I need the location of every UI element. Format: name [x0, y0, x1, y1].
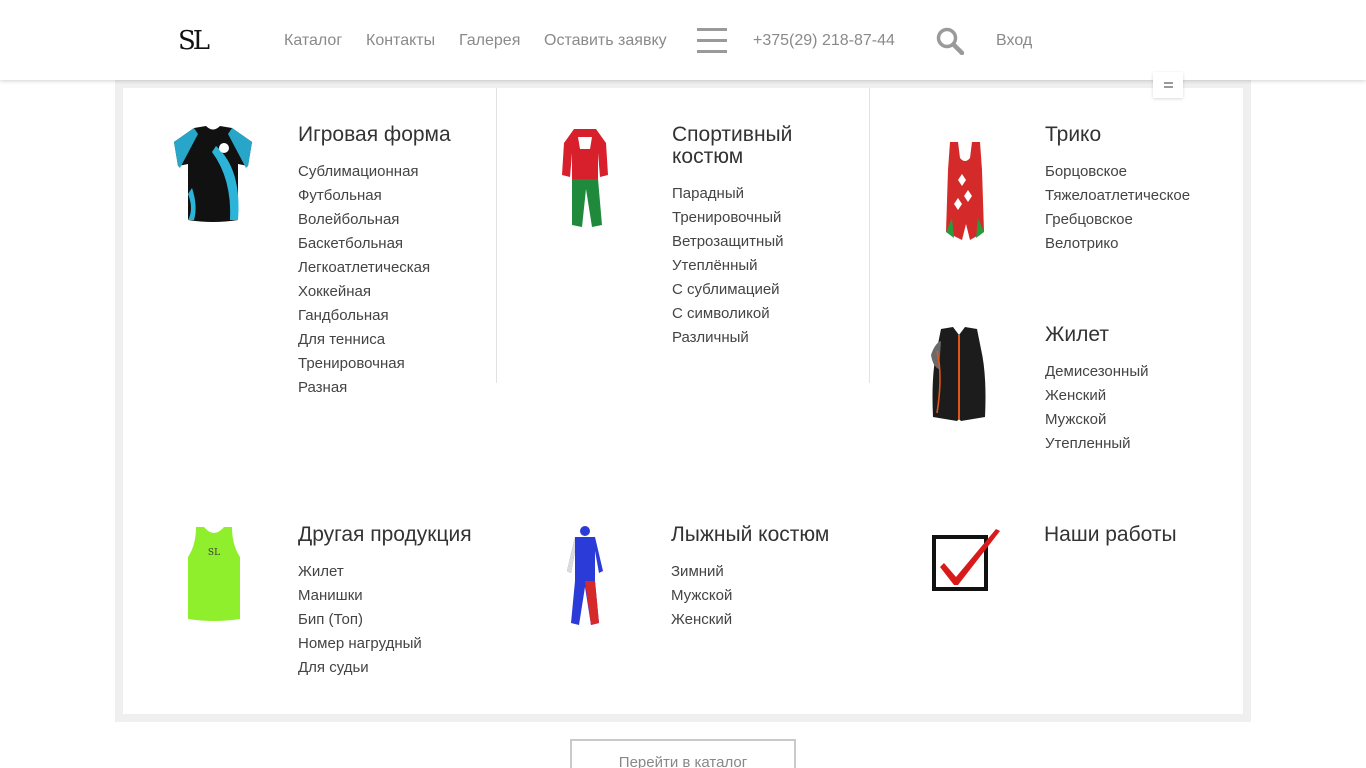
- site-logo[interactable]: SL: [178, 25, 212, 57]
- wrestling-singlet-image[interactable]: [942, 140, 988, 249]
- column-divider: [496, 88, 497, 383]
- phone-number[interactable]: +375(29) 218-87-44: [753, 31, 895, 51]
- list-item[interactable]: Бип (Топ): [298, 608, 422, 632]
- checkmark-icon[interactable]: [930, 527, 1002, 598]
- list-item[interactable]: Жилет: [298, 560, 422, 584]
- category-title-game-uniform[interactable]: Игровая форма: [298, 124, 451, 146]
- category-title-vest[interactable]: Жилет: [1045, 324, 1109, 346]
- list-item[interactable]: Тяжелоатлетическое: [1045, 184, 1190, 208]
- list-item[interactable]: Утеплённый: [672, 254, 784, 278]
- list-item[interactable]: Велотрико: [1045, 232, 1190, 256]
- list-item[interactable]: Ветрозащитный: [672, 230, 784, 254]
- list-item[interactable]: С символикой: [672, 302, 784, 326]
- search-icon[interactable]: [936, 27, 965, 56]
- nav-gallery[interactable]: Галерея: [459, 31, 520, 51]
- list-item[interactable]: Зимний: [671, 560, 732, 584]
- category-title-other-products[interactable]: Другая продукция: [298, 524, 472, 546]
- list-item[interactable]: Гребцовское: [1045, 208, 1190, 232]
- category-list-ski-suit: Зимний Мужской Женский: [671, 560, 732, 632]
- training-bib-image[interactable]: SL: [186, 525, 242, 628]
- list-item[interactable]: Для тенниса: [298, 328, 430, 352]
- category-title-our-works[interactable]: Наши работы: [1044, 524, 1177, 546]
- list-item[interactable]: Борцовское: [1045, 160, 1190, 184]
- svg-text:SL: SL: [208, 548, 220, 558]
- collapse-menu-icon[interactable]: [1153, 72, 1183, 98]
- category-title-singlet[interactable]: Трико: [1045, 124, 1101, 146]
- list-item[interactable]: Легкоатлетическая: [298, 256, 430, 280]
- nav-catalog[interactable]: Каталог: [284, 31, 342, 51]
- list-item[interactable]: Демисезонный: [1045, 360, 1148, 384]
- list-item[interactable]: Номер нагрудный: [298, 632, 422, 656]
- menu-icon[interactable]: [697, 28, 727, 53]
- go-to-catalog-button[interactable]: Перейти в каталог: [570, 739, 796, 768]
- column-divider: [869, 88, 870, 383]
- tracksuit-image[interactable]: [560, 127, 610, 234]
- list-item[interactable]: Манишки: [298, 584, 422, 608]
- nav-contacts[interactable]: Контакты: [366, 31, 435, 51]
- list-item[interactable]: Мужской: [671, 584, 732, 608]
- list-item[interactable]: Утепленный: [1045, 432, 1148, 456]
- list-item[interactable]: Гандбольная: [298, 304, 430, 328]
- category-list-tracksuit: Парадный Тренировочный Ветрозащитный Уте…: [672, 182, 784, 350]
- category-list-other-products: Жилет Манишки Бип (Топ) Номер нагрудный …: [298, 560, 422, 680]
- site-header: SL Каталог Контакты Галерея Оставить зая…: [0, 0, 1366, 80]
- login-link[interactable]: Вход: [996, 31, 1032, 51]
- nav-request[interactable]: Оставить заявку: [544, 31, 667, 51]
- list-item[interactable]: Парадный: [672, 182, 784, 206]
- category-title-tracksuit[interactable]: Спортивный костюм: [672, 124, 832, 168]
- list-item[interactable]: Баскетбольная: [298, 232, 430, 256]
- list-item[interactable]: Для судьи: [298, 656, 422, 680]
- category-list-game-uniform: Сублимационная Футбольная Волейбольная Б…: [298, 160, 430, 400]
- list-item[interactable]: Женский: [1045, 384, 1148, 408]
- list-item[interactable]: Различный: [672, 326, 784, 350]
- list-item[interactable]: Женский: [671, 608, 732, 632]
- category-list-vest: Демисезонный Женский Мужской Утепленный: [1045, 360, 1148, 456]
- list-item[interactable]: Хоккейная: [298, 280, 430, 304]
- list-item[interactable]: Мужской: [1045, 408, 1148, 432]
- vest-image[interactable]: [929, 325, 989, 428]
- category-list-singlet: Борцовское Тяжелоатлетическое Гребцовско…: [1045, 160, 1190, 256]
- list-item[interactable]: Футбольная: [298, 184, 430, 208]
- list-item[interactable]: Тренировочная: [298, 352, 430, 376]
- list-item[interactable]: Волейбольная: [298, 208, 430, 232]
- category-title-ski-suit[interactable]: Лыжный костюм: [671, 524, 829, 546]
- list-item[interactable]: С сублимацией: [672, 278, 784, 302]
- list-item[interactable]: Тренировочный: [672, 206, 784, 230]
- list-item[interactable]: Сублимационная: [298, 160, 430, 184]
- jersey-image[interactable]: [172, 124, 254, 229]
- list-item[interactable]: Разная: [298, 376, 430, 400]
- ski-suit-image[interactable]: [563, 525, 607, 632]
